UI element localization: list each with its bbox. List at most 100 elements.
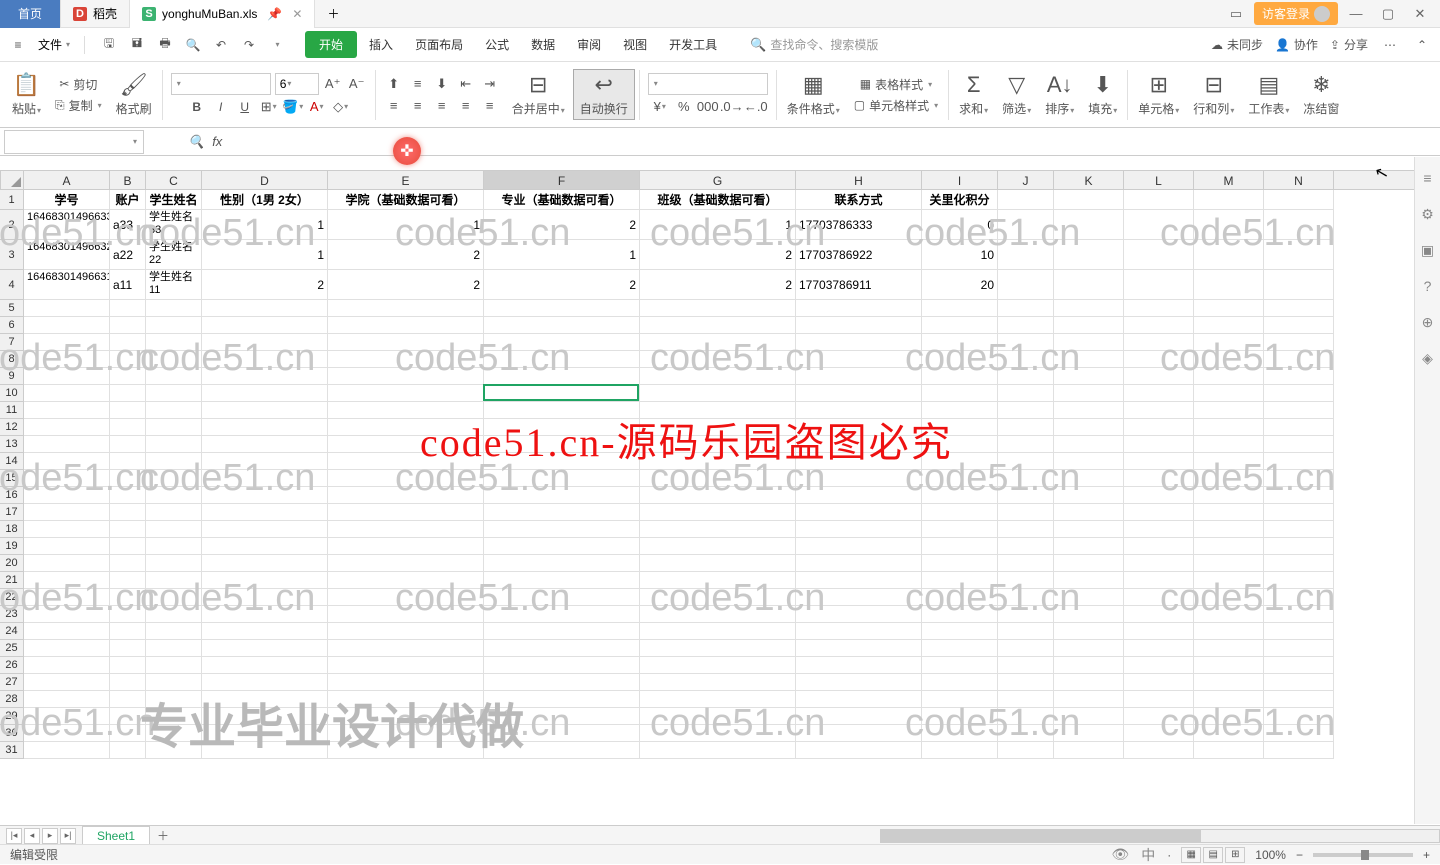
cell[interactable] xyxy=(146,742,202,759)
cell[interactable] xyxy=(796,691,922,708)
cell[interactable] xyxy=(922,725,998,742)
row-header-5[interactable]: 5 xyxy=(0,300,23,317)
coop-button[interactable]: 👤协作 xyxy=(1275,36,1318,53)
percent-icon[interactable]: % xyxy=(674,97,694,117)
cell[interactable] xyxy=(1124,210,1194,240)
row-header-10[interactable]: 10 xyxy=(0,385,23,402)
cell[interactable] xyxy=(110,521,146,538)
fill-button[interactable]: ⬇填充 xyxy=(1082,70,1123,119)
cell[interactable]: a33 xyxy=(110,210,146,240)
cell[interactable] xyxy=(484,572,640,589)
row-header-14[interactable]: 14 xyxy=(0,453,23,470)
cell[interactable] xyxy=(1124,453,1194,470)
cell[interactable] xyxy=(202,725,328,742)
cell[interactable] xyxy=(24,436,110,453)
indent-inc-icon[interactable]: ⇥ xyxy=(480,74,500,94)
cell[interactable] xyxy=(202,334,328,351)
sheet-tab-1[interactable]: Sheet1 xyxy=(82,826,150,845)
cell[interactable] xyxy=(110,572,146,589)
side-backup-icon[interactable]: ⊕ xyxy=(1419,313,1437,331)
cell[interactable] xyxy=(202,742,328,759)
justify-icon[interactable]: ≡ xyxy=(456,96,476,116)
cell[interactable] xyxy=(922,674,998,691)
currency-icon[interactable]: ¥ xyxy=(650,97,670,117)
comma-icon[interactable]: 000 xyxy=(698,97,718,117)
cell[interactable] xyxy=(484,351,640,368)
indent-dec-icon[interactable]: ⇤ xyxy=(456,74,476,94)
cell[interactable] xyxy=(922,504,998,521)
cell[interactable] xyxy=(796,385,922,402)
collapse-ribbon-icon[interactable]: ⌃ xyxy=(1412,35,1432,55)
cell[interactable] xyxy=(484,300,640,317)
col-header-N[interactable]: N xyxy=(1264,171,1334,189)
cell[interactable]: 学生姓名11 xyxy=(146,270,202,300)
cell[interactable] xyxy=(146,657,202,674)
format-painter-button[interactable]: 🖌格式刷 xyxy=(110,70,158,119)
cell[interactable] xyxy=(24,657,110,674)
cell[interactable] xyxy=(146,402,202,419)
cell[interactable] xyxy=(146,470,202,487)
cell[interactable] xyxy=(998,300,1054,317)
cell[interactable] xyxy=(202,300,328,317)
cell[interactable] xyxy=(146,419,202,436)
cell[interactable] xyxy=(1194,351,1264,368)
cell[interactable] xyxy=(1124,190,1194,210)
cell[interactable] xyxy=(1194,691,1264,708)
cell[interactable] xyxy=(1124,504,1194,521)
cell[interactable] xyxy=(1124,368,1194,385)
cell[interactable] xyxy=(202,470,328,487)
cell[interactable] xyxy=(110,351,146,368)
col-header-D[interactable]: D xyxy=(202,171,328,189)
col-header-J[interactable]: J xyxy=(998,171,1054,189)
zoom-out-button[interactable]: − xyxy=(1296,848,1303,862)
font-select[interactable] xyxy=(171,73,271,95)
row-header-4[interactable]: 4 xyxy=(0,270,23,300)
cell[interactable] xyxy=(640,555,796,572)
row-header-20[interactable]: 20 xyxy=(0,555,23,572)
view-break-button[interactable]: ⊞ xyxy=(1225,847,1245,863)
cell[interactable] xyxy=(796,317,922,334)
cell[interactable]: a11 xyxy=(110,270,146,300)
cell[interactable] xyxy=(998,606,1054,623)
cell[interactable] xyxy=(1264,240,1334,270)
cell[interactable] xyxy=(24,368,110,385)
cell[interactable]: 账户 xyxy=(110,190,146,210)
row-header-6[interactable]: 6 xyxy=(0,317,23,334)
cell[interactable] xyxy=(110,640,146,657)
cell[interactable] xyxy=(1194,640,1264,657)
row-header-17[interactable]: 17 xyxy=(0,504,23,521)
cell[interactable] xyxy=(146,640,202,657)
cell[interactable] xyxy=(202,538,328,555)
row-header-7[interactable]: 7 xyxy=(0,334,23,351)
cell[interactable] xyxy=(1194,402,1264,419)
tab-new[interactable]: ＋ xyxy=(315,0,351,28)
row-header-30[interactable]: 30 xyxy=(0,725,23,742)
cell[interactable] xyxy=(640,674,796,691)
cell[interactable] xyxy=(1264,623,1334,640)
cell[interactable] xyxy=(1054,657,1124,674)
row-header-8[interactable]: 8 xyxy=(0,351,23,368)
cell[interactable] xyxy=(1194,368,1264,385)
cell[interactable] xyxy=(1194,606,1264,623)
cell[interactable] xyxy=(922,691,998,708)
cell[interactable] xyxy=(1124,270,1194,300)
filter-button[interactable]: ▽筛选 xyxy=(996,70,1037,119)
zoom-fx-icon[interactable]: 🔍 xyxy=(188,134,204,150)
cell[interactable]: 2 xyxy=(640,240,796,270)
cell[interactable] xyxy=(1194,487,1264,504)
cell[interactable] xyxy=(998,470,1054,487)
undo-icon[interactable]: ↶ xyxy=(211,35,231,55)
cell[interactable] xyxy=(328,385,484,402)
cell[interactable] xyxy=(1194,317,1264,334)
cell[interactable] xyxy=(110,725,146,742)
cell[interactable] xyxy=(24,504,110,521)
sheet-last-button[interactable]: ▸| xyxy=(60,828,76,844)
cell[interactable] xyxy=(1194,470,1264,487)
cell[interactable]: 20 xyxy=(922,270,998,300)
cell[interactable] xyxy=(1194,538,1264,555)
horizontal-scrollbar[interactable] xyxy=(880,829,1440,843)
tab-pin-icon[interactable]: 📌 xyxy=(267,7,282,21)
zoom-value[interactable]: 100% xyxy=(1255,848,1286,862)
cell[interactable] xyxy=(328,419,484,436)
cell[interactable] xyxy=(1054,589,1124,606)
